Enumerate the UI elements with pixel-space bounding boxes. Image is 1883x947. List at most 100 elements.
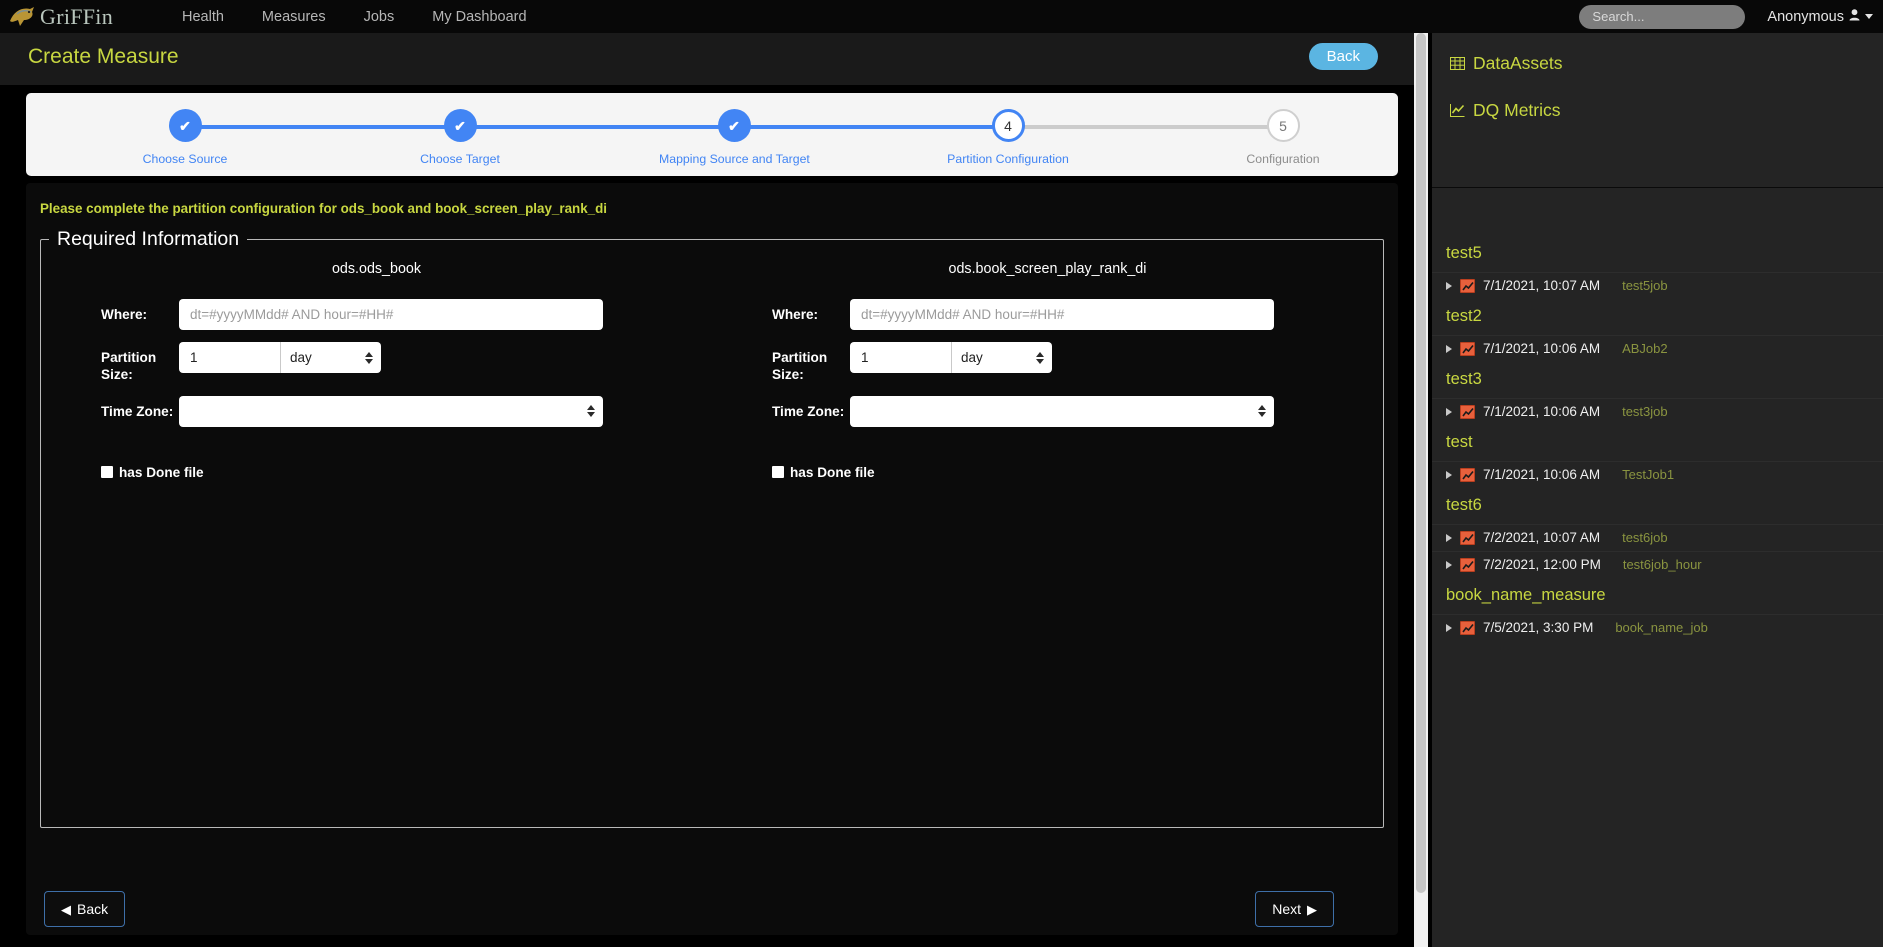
measure-group-title[interactable]: test5 bbox=[1432, 236, 1883, 272]
job-timestamp: 7/1/2021, 10:06 AM bbox=[1483, 467, 1601, 482]
chart-line-icon bbox=[1450, 103, 1465, 118]
expand-triangle-icon[interactable] bbox=[1446, 623, 1452, 632]
table-icon bbox=[1450, 56, 1465, 71]
sidebar-item-dq-metrics[interactable]: DQ Metrics bbox=[1450, 100, 1883, 121]
step-number: 5 bbox=[1279, 117, 1287, 134]
job-row[interactable]: 7/1/2021, 10:07 AM test5job bbox=[1432, 272, 1883, 299]
sidebar-item-label: DQ Metrics bbox=[1473, 100, 1561, 120]
back-button-top[interactable]: Back bbox=[1308, 43, 1378, 70]
target-has-done-file-label: has Done file bbox=[790, 464, 875, 480]
target-partition-unit-wrap: dayhourminutemonth bbox=[951, 342, 1052, 373]
nav-item-health[interactable]: Health bbox=[163, 9, 243, 25]
job-timestamp: 7/2/2021, 10:07 AM bbox=[1483, 530, 1601, 545]
expand-triangle-icon[interactable] bbox=[1446, 281, 1452, 290]
chevron-down-icon bbox=[1865, 14, 1873, 19]
target-has-done-file-row[interactable]: has Done file bbox=[712, 465, 1383, 480]
sidebar-item-dataassets[interactable]: DataAssets bbox=[1450, 53, 1883, 74]
measure-group-title[interactable]: test2 bbox=[1432, 299, 1883, 335]
job-name: book_name_job bbox=[1615, 620, 1708, 635]
source-where-input[interactable] bbox=[179, 299, 603, 330]
stepper-label-3: Mapping Source and Target bbox=[659, 152, 810, 166]
source-partition-count-input[interactable] bbox=[179, 342, 280, 373]
time-zone-label: Time Zone: bbox=[772, 403, 845, 419]
stepper-circle-2: ✔ bbox=[443, 109, 477, 142]
sidebar-item-label: DataAssets bbox=[1473, 53, 1563, 73]
griffin-logo-icon bbox=[8, 5, 38, 29]
sidebar-nav: DataAssets DQ Metrics bbox=[1432, 33, 1883, 188]
source-partition-unit-wrap: dayhourminutemonth bbox=[280, 342, 381, 373]
stepper-label-5: Configuration bbox=[1246, 152, 1320, 166]
target-partition-unit-select[interactable]: dayhourminutemonth bbox=[951, 342, 1052, 373]
main-scrollbar-thumb[interactable] bbox=[1416, 33, 1426, 893]
job-timestamp: 7/2/2021, 12:00 PM bbox=[1483, 557, 1601, 572]
stepper-step-1[interactable]: ✔ Choose Source bbox=[110, 109, 260, 166]
partition-columns: ods.ods_book Where: Partition Size: dayh… bbox=[41, 251, 1383, 480]
user-menu[interactable]: Anonymous bbox=[1767, 9, 1873, 25]
measure-group-title[interactable]: test3 bbox=[1432, 362, 1883, 398]
source-has-done-file-checkbox[interactable] bbox=[101, 466, 113, 479]
measure-group-title[interactable]: book_name_measure bbox=[1432, 578, 1883, 614]
job-row[interactable]: 7/2/2021, 10:07 AM test6job bbox=[1432, 524, 1883, 551]
target-time-zone-select[interactable] bbox=[850, 395, 1274, 427]
next-button-label: Next bbox=[1272, 901, 1301, 917]
target-table-name: ods.book_screen_play_rank_di bbox=[948, 261, 1147, 277]
stepper-step-5[interactable]: 5 Configuration bbox=[1208, 109, 1358, 166]
partition-size-label: Partition Size: bbox=[101, 350, 157, 382]
stepper-label-4: Partition Configuration bbox=[947, 152, 1069, 166]
stepper-step-4[interactable]: 4 Partition Configuration bbox=[933, 109, 1083, 166]
job-name: ABJob2 bbox=[1622, 341, 1668, 356]
top-navbar: GriFFin Health Measures Jobs My Dashboar… bbox=[0, 0, 1883, 33]
job-row[interactable]: 7/1/2021, 10:06 AM TestJob1 bbox=[1432, 461, 1883, 488]
wizard-footer: ◀ Back Next ▶ bbox=[26, 891, 1398, 931]
page-title: Create Measure bbox=[28, 45, 179, 68]
target-where-input[interactable] bbox=[850, 299, 1274, 330]
job-name: test5job bbox=[1622, 278, 1668, 293]
expand-triangle-icon[interactable] bbox=[1446, 407, 1452, 416]
stepper-step-2[interactable]: ✔ Choose Target bbox=[385, 109, 535, 166]
expand-triangle-icon[interactable] bbox=[1446, 470, 1452, 479]
stepper-connector-4 bbox=[1008, 125, 1283, 129]
required-information-fieldset: Required Information ods.ods_book Where:… bbox=[40, 228, 1384, 828]
user-name-label: Anonymous bbox=[1767, 8, 1844, 25]
target-partition-size-row: Partition Size: dayhourminutemonth bbox=[712, 342, 1383, 384]
target-time-zone-row: Time Zone: bbox=[712, 395, 1383, 427]
source-time-zone-select[interactable] bbox=[179, 395, 603, 427]
partition-size-label: Partition Size: bbox=[772, 350, 828, 382]
brand-logo-area[interactable]: GriFFin bbox=[8, 4, 158, 30]
expand-triangle-icon[interactable] bbox=[1446, 560, 1452, 569]
main-content-area: Create Measure Back ✔ Choose Source ✔ Choos… bbox=[0, 33, 1424, 947]
job-row[interactable]: 7/1/2021, 10:06 AM test3job bbox=[1432, 398, 1883, 425]
job-name: TestJob1 bbox=[1622, 467, 1675, 482]
job-row[interactable]: 7/5/2021, 3:30 PM book_name_job bbox=[1432, 614, 1883, 641]
job-chart-icon bbox=[1460, 530, 1475, 545]
job-timestamp: 7/1/2021, 10:06 AM bbox=[1483, 404, 1601, 419]
search-input[interactable] bbox=[1579, 4, 1746, 29]
where-label: Where: bbox=[101, 307, 148, 322]
source-has-done-file-row[interactable]: has Done file bbox=[41, 465, 712, 480]
main-scrollbar-track[interactable] bbox=[1414, 33, 1428, 947]
expand-triangle-icon[interactable] bbox=[1446, 344, 1452, 353]
nav-item-measures[interactable]: Measures bbox=[243, 9, 345, 25]
measure-group-title[interactable]: test bbox=[1432, 425, 1883, 461]
target-has-done-file-checkbox[interactable] bbox=[772, 466, 784, 479]
source-partition-column: ods.ods_book Where: Partition Size: dayh… bbox=[41, 257, 712, 480]
job-row[interactable]: 7/2/2021, 12:00 PM test6job_hour bbox=[1432, 551, 1883, 578]
nav-item-my-dashboard[interactable]: My Dashboard bbox=[413, 9, 545, 25]
stepper-step-3[interactable]: ✔ Mapping Source and Target bbox=[659, 109, 810, 166]
job-row[interactable]: 7/1/2021, 10:06 AM ABJob2 bbox=[1432, 335, 1883, 362]
stepper-circle-1: ✔ bbox=[168, 109, 202, 142]
nav-item-jobs[interactable]: Jobs bbox=[345, 9, 414, 25]
source-partition-unit-select[interactable]: dayhourminutemonth bbox=[280, 342, 381, 373]
expand-triangle-icon[interactable] bbox=[1446, 533, 1452, 542]
next-button[interactable]: Next ▶ bbox=[1255, 891, 1334, 927]
stepper-circle-3: ✔ bbox=[717, 109, 751, 142]
target-time-zone-wrap bbox=[850, 395, 1274, 427]
back-button-bottom[interactable]: ◀ Back bbox=[44, 891, 126, 927]
back-button-label: Back bbox=[77, 901, 109, 917]
stepper-connector-3 bbox=[734, 125, 1008, 129]
target-partition-count-input[interactable] bbox=[850, 342, 951, 373]
check-icon: ✔ bbox=[728, 117, 740, 134]
check-icon: ✔ bbox=[454, 117, 466, 134]
primary-nav: Health Measures Jobs My Dashboard bbox=[163, 9, 546, 25]
measure-group-title[interactable]: test6 bbox=[1432, 488, 1883, 524]
